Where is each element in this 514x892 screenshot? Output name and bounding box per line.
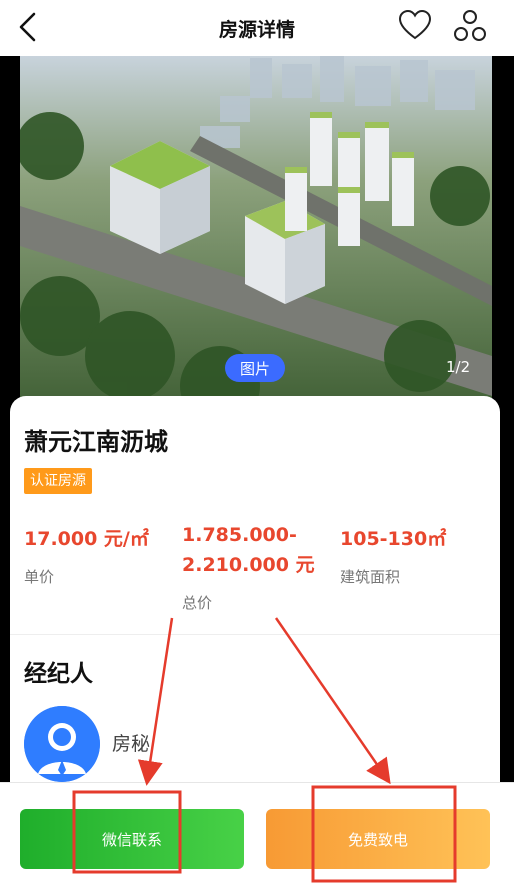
unit-price-label: 单价 bbox=[24, 568, 55, 586]
free-call-button[interactable]: 免费致电 bbox=[266, 809, 490, 869]
heart-icon[interactable] bbox=[398, 9, 432, 43]
image-tab-pill[interactable]: 图片 bbox=[225, 354, 285, 382]
unit-price-value: 17.000 元/㎡ bbox=[24, 528, 149, 550]
area-value: 105-130㎡ bbox=[340, 528, 447, 550]
total-price-value-line1: 1.785.000- bbox=[182, 524, 297, 546]
section-divider bbox=[10, 634, 500, 635]
share-icon[interactable] bbox=[452, 8, 488, 44]
avatar-person-icon[interactable] bbox=[24, 706, 100, 782]
agent-name: 房秘 bbox=[112, 733, 151, 755]
area-label: 建筑面积 bbox=[340, 568, 401, 586]
agent-section-title: 经纪人 bbox=[24, 661, 93, 687]
page-title: 房源详情 bbox=[218, 18, 295, 41]
listing-info-card: 萧元江南沥城 认证房源 17.000 元/㎡ 单价 1.785.000- 2.2… bbox=[10, 396, 500, 816]
top-bar: 房源详情 bbox=[0, 0, 514, 56]
wechat-contact-button[interactable]: 微信联系 bbox=[20, 809, 244, 869]
total-price-label: 总价 bbox=[182, 594, 213, 612]
total-price-value-line2: 2.210.000 元 bbox=[182, 554, 315, 576]
bottom-action-bar: 微信联系 免费致电 bbox=[0, 782, 514, 892]
property-image-gallery[interactable]: 图片 1/2 bbox=[0, 56, 514, 414]
image-counter: 1/2 bbox=[446, 358, 471, 376]
listing-name: 萧元江南沥城 bbox=[24, 428, 168, 456]
verified-badge: 认证房源 bbox=[24, 468, 92, 494]
back-arrow-icon[interactable] bbox=[14, 10, 44, 44]
